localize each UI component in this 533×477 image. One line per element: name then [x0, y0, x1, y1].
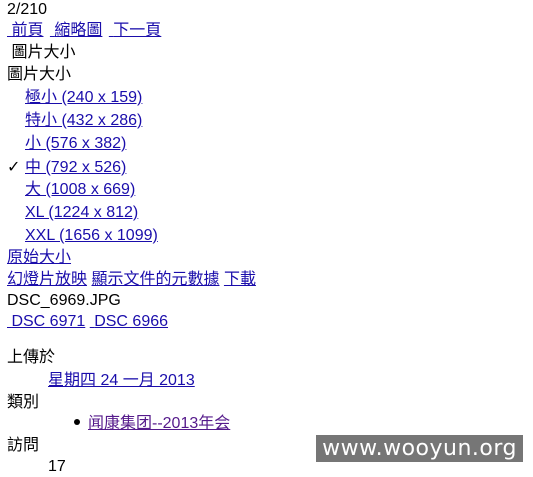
size-item-small: 小 (576 x 382)	[7, 134, 126, 154]
size-link-tiny[interactable]: 極小 (240 x 159)	[25, 89, 142, 106]
related-next-link[interactable]: DSC 6966	[90, 313, 168, 330]
size-link-xl[interactable]: XL (1224 x 812)	[25, 204, 138, 221]
thumbnails-link[interactable]: 縮略圖	[50, 22, 102, 39]
next-page-link[interactable]: 下一頁	[109, 22, 161, 39]
size-menu-toggle[interactable]: 圖片大小	[7, 43, 75, 63]
slideshow-link[interactable]: 幻燈片放映	[7, 271, 87, 288]
related-next-label: DSC 6966	[94, 313, 169, 330]
size-menu-toggle-label: 圖片大小	[11, 44, 76, 61]
next-page-label: 下一頁	[113, 22, 162, 39]
related-prev-link[interactable]: DSC 6971	[7, 313, 85, 330]
original-size-link[interactable]: 原始大小	[7, 249, 71, 266]
size-item-tiny: 極小 (240 x 159)	[7, 88, 142, 108]
file-name: DSC_6969.JPG	[7, 292, 121, 309]
uploaded-date-row: 星期四 24 一月 2013	[48, 371, 195, 391]
prev-page-link[interactable]: 前頁	[7, 22, 43, 39]
size-item-medium: ✓ 中 (792 x 526)	[7, 157, 126, 178]
size-link-xxl[interactable]: XXL (1656 x 1099)	[25, 227, 158, 244]
uploaded-date-link[interactable]: 星期四 24 一月 2013	[48, 372, 195, 389]
actions-bar: 幻燈片放映 顯示文件的元數據 下載	[7, 270, 256, 290]
size-item-xxl: XXL (1656 x 1099)	[7, 226, 158, 246]
uploaded-label: 上傳於	[7, 349, 56, 366]
category-label: 類別	[7, 394, 40, 411]
metadata-link[interactable]: 顯示文件的元數據	[91, 271, 219, 288]
page-counter: 2/210	[7, 1, 48, 18]
prev-page-label: 前頁	[11, 22, 44, 39]
size-link-small[interactable]: 小 (576 x 382)	[25, 135, 126, 152]
category-link[interactable]: 闻康集团--2013年会	[88, 415, 230, 432]
size-item-xl: XL (1224 x 812)	[7, 203, 138, 223]
original-size-row: 原始大小	[7, 248, 71, 268]
size-item-extra-small: 特小 (432 x 286)	[7, 111, 142, 131]
watermark: www.wooyun.org	[316, 435, 523, 462]
size-menu-heading: 圖片大小	[7, 66, 72, 83]
related-prev-label: DSC 6971	[11, 313, 86, 330]
size-link-medium[interactable]: 中 (792 x 526)	[25, 159, 126, 176]
category-list-item: 闻康集团--2013年会	[74, 414, 230, 434]
bullet-icon	[74, 418, 80, 425]
nav-bar: 前頁 縮略圖 下一頁	[7, 21, 163, 41]
size-item-large: 大 (1008 x 669)	[7, 180, 135, 200]
visits-label: 訪問	[7, 437, 40, 454]
size-link-extra-small[interactable]: 特小 (432 x 286)	[25, 112, 142, 129]
visits-count: 17	[48, 458, 66, 475]
thumbnails-label: 縮略圖	[54, 22, 103, 39]
check-icon: ✓	[7, 157, 21, 176]
size-link-large[interactable]: 大 (1008 x 669)	[25, 181, 135, 198]
related-images: DSC 6971 DSC 6966	[7, 312, 168, 332]
download-link[interactable]: 下載	[224, 271, 256, 288]
